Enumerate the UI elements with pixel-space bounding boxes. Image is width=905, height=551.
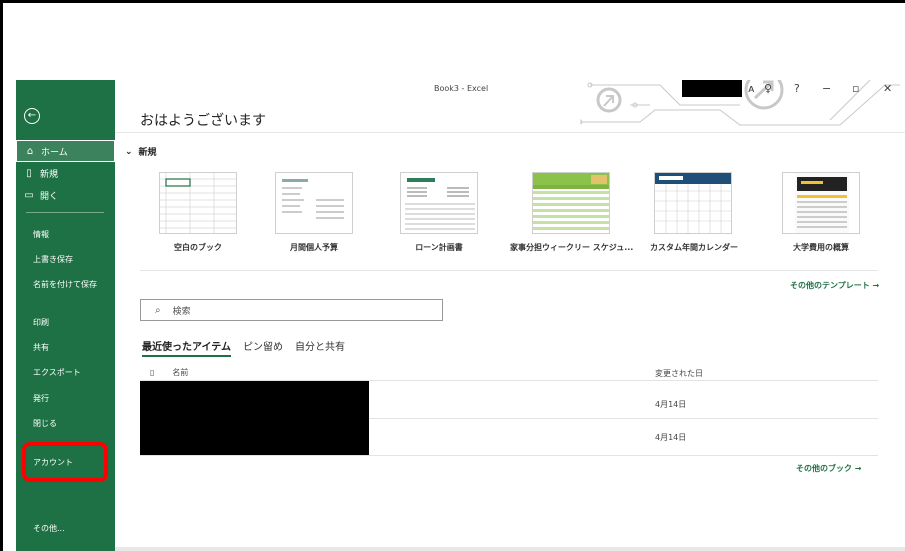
more-templates-link[interactable]: その他のテンプレート →	[790, 280, 879, 291]
sidebar-item-new[interactable]: ▯ 新規	[16, 162, 115, 184]
sidebar-item-info[interactable]: 情報	[16, 230, 115, 240]
template-thumbnail	[654, 172, 732, 234]
account-highlight-annotation	[22, 442, 108, 482]
divider	[140, 455, 878, 456]
new-section-toggle[interactable]: ⌄ 新規	[125, 145, 157, 159]
tab-pinned[interactable]: ピン留め	[243, 338, 283, 357]
chevron-down-icon: ⌄	[125, 146, 133, 157]
sidebar-item-more[interactable]: その他...	[16, 524, 115, 534]
folder-open-icon: ▭	[24, 189, 34, 201]
sidebar-item-label: 開く	[40, 191, 59, 202]
template-label: 大学費用の概算	[793, 243, 849, 252]
row-date: 4月14日	[655, 400, 687, 409]
template-college-cost[interactable]: 大学費用の概算	[778, 172, 864, 253]
divider	[115, 132, 905, 133]
template-label: 空白のブック	[174, 243, 222, 252]
sidebar-item-print[interactable]: 印刷	[16, 318, 115, 328]
tab-shared[interactable]: 自分と共有	[295, 338, 345, 357]
sidebar-item-export[interactable]: エクスポート	[16, 368, 115, 378]
section-title: 新規	[138, 148, 157, 158]
template-blank-workbook[interactable]: 空白のブック	[155, 172, 241, 253]
table-row-redacted[interactable]	[140, 381, 369, 418]
template-loan-plan[interactable]: ローン計画書	[396, 172, 482, 253]
row-date: 4月14日	[655, 433, 687, 442]
template-chore-schedule[interactable]: 家事分担ウィークリー スケジュ...	[510, 172, 634, 253]
column-date[interactable]: 変更された日	[655, 368, 703, 379]
window-title: Book3 - Excel	[434, 84, 489, 93]
sidebar-item-save-as[interactable]: 名前を付けて保存	[16, 280, 104, 290]
template-annual-calendar[interactable]: カスタム年間カレンダー	[650, 172, 738, 253]
template-thumbnail	[275, 172, 353, 234]
template-label: ローン計画書	[415, 243, 463, 252]
sidebar-item-close[interactable]: 閉じる	[16, 419, 115, 429]
coauthor-icon[interactable]: ♀	[764, 82, 772, 95]
new-doc-icon: ▯	[26, 167, 32, 179]
file-icon: ▯	[150, 368, 155, 377]
more-books-link[interactable]: その他のブック →	[796, 463, 862, 474]
table-row-redacted[interactable]	[140, 418, 369, 455]
sidebar-item-label: 新規	[40, 169, 59, 180]
list-header: ▯ 名前	[150, 367, 188, 378]
search-icon: ⌕	[155, 304, 161, 316]
back-arrow-icon[interactable]: ←	[24, 108, 40, 124]
greeting: おはようございます	[140, 113, 266, 129]
sidebar-item-save[interactable]: 上書き保存	[16, 255, 115, 265]
tab-recent[interactable]: 最近使ったアイテム	[142, 338, 231, 357]
template-label: 家事分担ウィークリー スケジュ...	[510, 243, 634, 252]
sidebar-item-label: ホーム	[41, 147, 68, 158]
template-thumbnail	[782, 172, 860, 234]
minimize-icon[interactable]: −	[822, 82, 831, 95]
home-icon: ⌂	[26, 145, 34, 157]
sidebar-item-open[interactable]: ▭ 開く	[16, 184, 115, 206]
template-thumbnail	[159, 172, 237, 234]
account-icon[interactable]: ᴀ	[748, 82, 755, 95]
sidebar-item-home[interactable]: ⌂ ホーム	[16, 140, 115, 162]
template-label: カスタム年間カレンダー	[650, 243, 738, 252]
template-monthly-budget[interactable]: 月間個人予算	[271, 172, 357, 253]
help-icon[interactable]: ?	[794, 82, 800, 95]
sidebar-divider	[26, 212, 104, 213]
divider	[140, 270, 878, 271]
search-input[interactable]: ⌕ 検索	[140, 299, 443, 321]
file-tabs: 最近使ったアイテム ピン留め 自分と共有	[142, 338, 345, 357]
restore-icon[interactable]: ▫	[852, 82, 859, 95]
close-icon[interactable]: ✕	[883, 82, 892, 95]
template-label: 月間個人予算	[290, 243, 338, 252]
user-name-redacted	[682, 80, 742, 97]
bottom-edge	[115, 547, 905, 551]
column-name[interactable]: 名前	[172, 367, 188, 378]
template-thumbnail	[400, 172, 478, 234]
search-placeholder: 検索	[172, 306, 191, 317]
sidebar-item-share[interactable]: 共有	[16, 343, 115, 353]
template-thumbnail	[532, 172, 610, 234]
sidebar-item-publish[interactable]: 発行	[16, 394, 115, 404]
